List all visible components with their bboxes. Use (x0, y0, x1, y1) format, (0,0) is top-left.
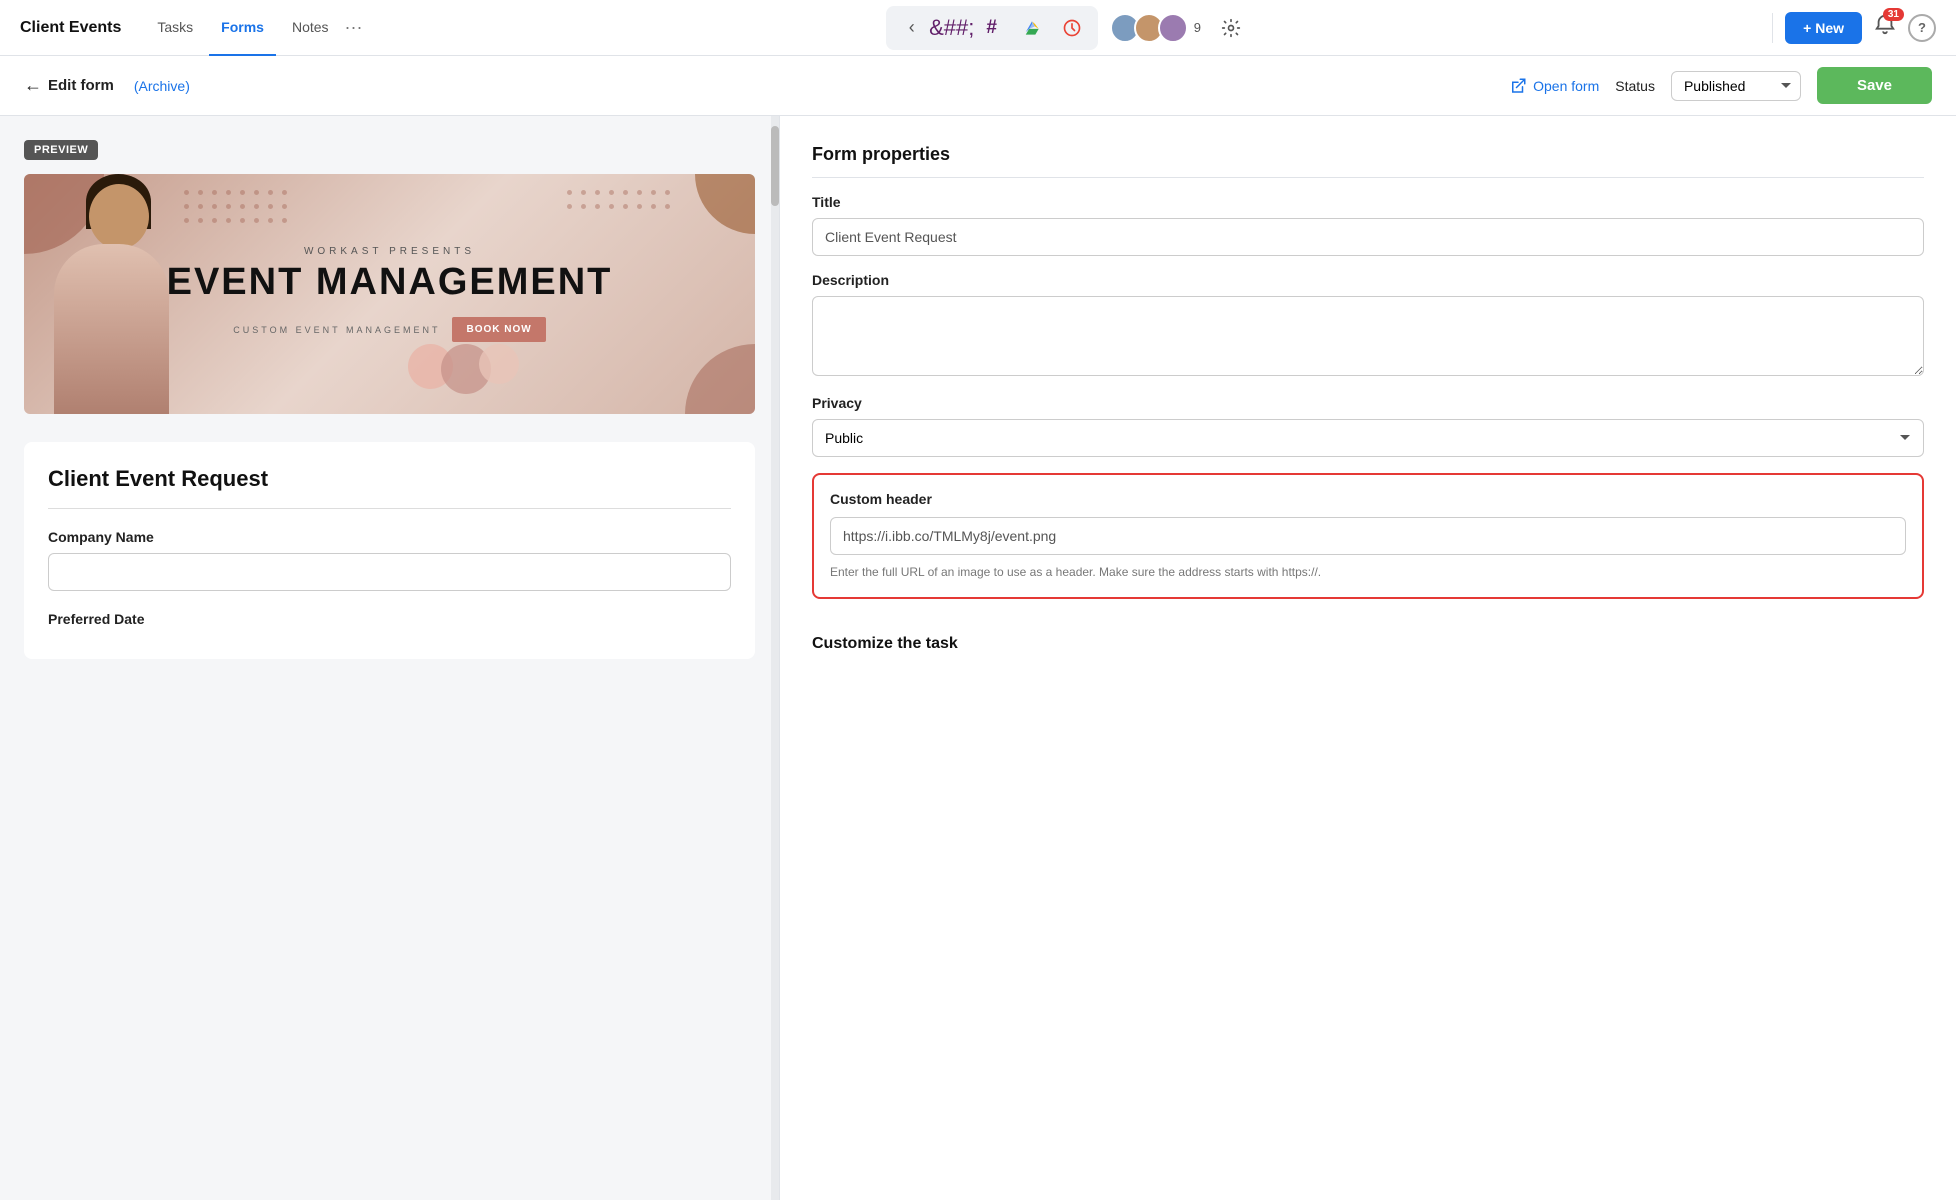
event-banner: WORKAST PRESENTS EVENT MANAGEMENT CUSTOM… (24, 174, 755, 414)
tab-forms[interactable]: Forms (209, 0, 276, 56)
nav-tabs: Tasks Forms Notes ··· (145, 0, 362, 56)
top-nav: Client Events Tasks Forms Notes ··· ‹ &#… (0, 0, 1956, 56)
nav-icon-group: ‹ &##; # (886, 6, 1098, 50)
scrollbar-thumb[interactable] (771, 126, 779, 206)
banner-book-button[interactable]: BOOK NOW (452, 317, 545, 342)
left-panel: PREVIEW (0, 116, 780, 1200)
right-panel: Form properties Title Description Privac… (780, 116, 1956, 1200)
avatar-count: 9 (1194, 20, 1201, 35)
clock-icon[interactable] (1054, 10, 1090, 46)
form-title-preview: Client Event Request (48, 466, 731, 492)
open-form-icon (1509, 77, 1527, 95)
banner-dots-top (184, 190, 292, 242)
preferred-date-label: Preferred Date (48, 611, 731, 627)
more-tabs-button[interactable]: ··· (345, 0, 363, 56)
banner-circles (420, 344, 519, 394)
notifications-button[interactable]: 31 (1874, 14, 1896, 42)
banner-title: EVENT MANAGEMENT (167, 263, 613, 301)
tab-tasks[interactable]: Tasks (145, 0, 205, 56)
privacy-select[interactable]: Public Private Team only (812, 419, 1924, 457)
edit-form-label: Edit form (48, 77, 114, 94)
banner-text-center: WORKAST PRESENTS EVENT MANAGEMENT CUSTOM… (167, 246, 613, 342)
custom-header-input[interactable] (830, 517, 1906, 555)
company-name-label: Company Name (48, 529, 731, 545)
banner-corner-tr (695, 174, 755, 234)
form-properties-title: Form properties (812, 144, 1924, 178)
avatar-group: 9 (1110, 13, 1201, 43)
status-select[interactable]: Published Draft Archived (1671, 71, 1801, 101)
banner-corner-br (685, 344, 755, 414)
banner-subtitle: WORKAST PRESENTS (167, 246, 613, 257)
form-divider (48, 508, 731, 509)
person-head (89, 184, 149, 249)
notification-badge: 31 (1883, 8, 1904, 21)
banner-cta-row: CUSTOM EVENT MANAGEMENT BOOK NOW (167, 317, 613, 342)
back-icon[interactable]: ‹ (894, 10, 930, 46)
nav-center: ‹ &##; # 9 (379, 6, 1757, 50)
privacy-label: Privacy (812, 395, 1924, 411)
open-form-button[interactable]: Open form (1509, 77, 1599, 95)
preview-badge: PREVIEW (24, 140, 98, 160)
tab-notes[interactable]: Notes (280, 0, 341, 56)
slack-icon[interactable]: &##; (934, 10, 970, 46)
customize-task-title: Customize the task (812, 619, 1924, 653)
open-form-label: Open form (1533, 78, 1599, 94)
help-button[interactable]: ? (1908, 14, 1936, 42)
avatar-3 (1158, 13, 1188, 43)
new-button[interactable]: + New (1785, 12, 1862, 44)
gdrive-icon[interactable] (1014, 10, 1050, 46)
form-section: Client Event Request Company Name Prefer… (24, 442, 755, 659)
description-textarea[interactable] (812, 296, 1924, 376)
slack-icon[interactable]: # (974, 10, 1010, 46)
banner-cta-text: CUSTOM EVENT MANAGEMENT (233, 325, 440, 335)
edit-bar: ← Edit form (Archive) Open form Status P… (0, 56, 1956, 116)
custom-header-hint: Enter the full URL of an image to use as… (830, 563, 1906, 581)
title-input[interactable] (812, 218, 1924, 256)
save-button[interactable]: Save (1817, 67, 1932, 104)
gear-icon[interactable] (1213, 10, 1249, 46)
back-arrow-icon: ← (24, 75, 42, 96)
custom-header-box: Custom header Enter the full URL of an i… (812, 473, 1924, 599)
custom-header-title: Custom header (830, 491, 1906, 507)
description-label: Description (812, 272, 1924, 288)
banner-dots-right (567, 190, 675, 242)
status-label: Status (1615, 78, 1655, 94)
scrollbar-track[interactable] (771, 116, 779, 1200)
main-layout: PREVIEW (0, 116, 1956, 1200)
app-title: Client Events (20, 19, 121, 37)
company-name-input[interactable] (48, 553, 731, 591)
title-label: Title (812, 194, 1924, 210)
archive-link[interactable]: (Archive) (134, 78, 190, 94)
back-button[interactable]: ← Edit form (24, 75, 114, 96)
nav-right: + New 31 ? (1772, 12, 1936, 44)
